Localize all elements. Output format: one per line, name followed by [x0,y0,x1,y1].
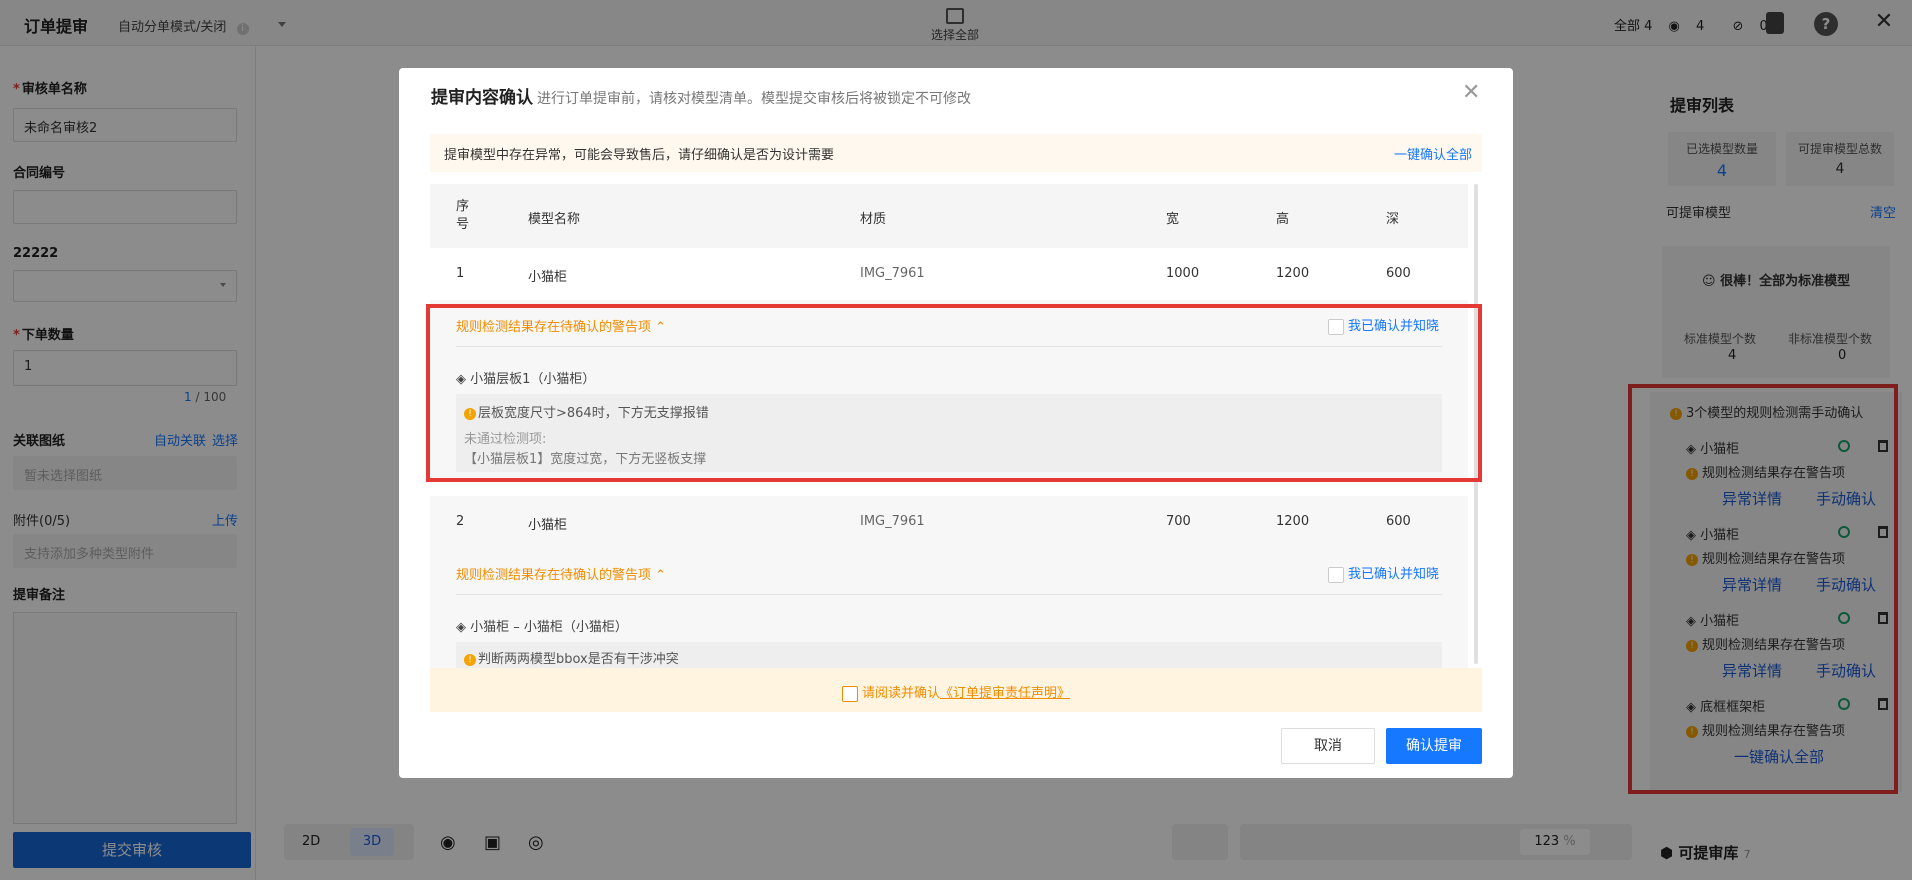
rule-text: ! 判断两两模型bbox是否有干涉冲突 [464,648,679,667]
notice-text: 提审模型中存在异常，可能会导致售后，请仔细确认是否为设计需要 [444,148,835,163]
cell-depth: 600 [1386,266,1411,281]
declaration-bar: 请阅读并确认《订单提审责任声明》 [430,668,1482,712]
cell-name: 小猫柜 [528,518,568,533]
part-name: ◈ 小猫柜 – 小猫柜（小猫柜） [456,620,628,635]
cell-seq: 1 [456,266,465,281]
declare-checkbox[interactable] [841,685,858,702]
cell-height: 1200 [1276,266,1310,281]
ack-checkbox[interactable]: 我已确认并知晓 [1328,563,1439,583]
declare-prefix: 请阅读并确认 [861,686,940,701]
col-width: 宽 [1166,212,1180,227]
warning-toggle[interactable]: 规则检测结果存在待确认的警告项 ⌃ [456,564,666,583]
col-depth: 深 [1386,212,1400,227]
declaration-link[interactable]: 《订单提审责任声明》 [940,686,1070,701]
col-material: 材质 [860,212,887,227]
chevron-up-icon: ⌃ [655,568,667,583]
checkbox-icon [1328,566,1344,583]
cell-material: IMG_7961 [860,266,925,281]
table-row: 1 小猫柜 IMG_7961 1000 1200 600 [430,248,1468,300]
cell-width: 700 [1166,514,1191,529]
cell-material: IMG_7961 [860,514,925,529]
cell-seq: 2 [456,514,465,529]
close-icon[interactable]: ✕ [1462,80,1480,105]
table-header: 序号 模型名称 材质 宽 高 深 [430,184,1468,248]
warning-notice: 提审模型中存在异常，可能会导致售后，请仔细确认是否为设计需要 一键确认全部 [430,134,1482,172]
col-seq: 序号 [456,199,470,232]
col-name: 模型名称 [528,212,581,227]
col-height: 高 [1276,212,1290,227]
cell-depth: 600 [1386,514,1411,529]
cancel-button[interactable]: 取消 [1281,728,1375,764]
detail-box: ! 判断两两模型bbox是否有干涉冲突 [456,642,1442,668]
cell-width: 1000 [1166,266,1200,281]
cube-icon: ◈ [456,620,471,635]
warning-icon: ! [464,653,476,666]
confirm-submit-button[interactable]: 确认提审 [1386,728,1482,764]
highlight-box [426,304,1482,482]
cell-name: 小猫柜 [528,270,568,285]
confirm-all-button[interactable]: 一键确认全部 [1394,144,1472,163]
dialog-subtitle: 进行订单提审前，请核对模型清单。模型提交审核后将被锁定不可修改 [537,91,971,107]
dialog-title: 提审内容确认 进行订单提审前，请核对模型清单。模型提交审核后将被锁定不可修改 [431,88,971,108]
divider [456,594,1442,595]
table-row: 2 小猫柜 IMG_7961 700 1200 600 [430,496,1468,548]
cell-height: 1200 [1276,514,1310,529]
